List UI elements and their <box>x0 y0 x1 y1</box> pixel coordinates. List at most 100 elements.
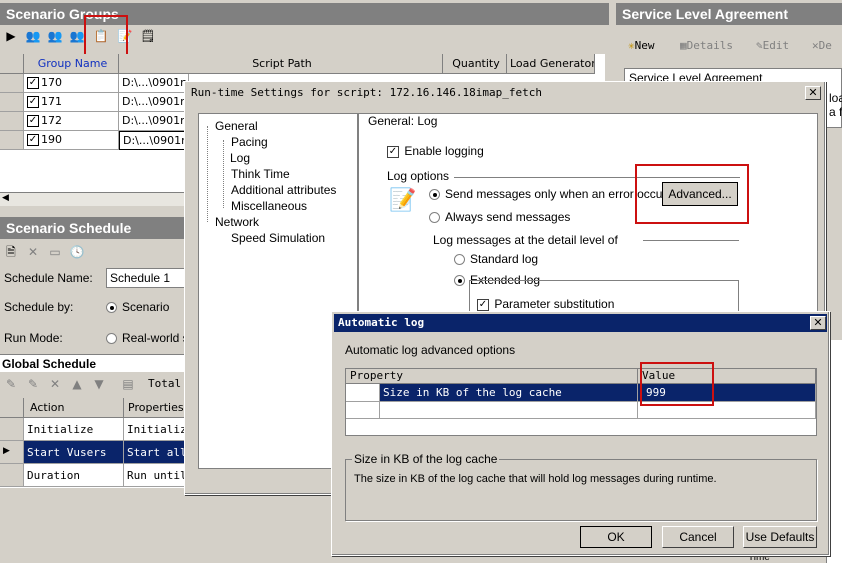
property-row-gutter <box>346 384 380 402</box>
radio-icon <box>454 275 465 287</box>
tree-item-network[interactable]: Network <box>215 215 259 229</box>
row-checkbox[interactable]: ✓ <box>27 77 39 89</box>
use-defaults-button[interactable]: Use Defaults <box>743 526 817 548</box>
tree-item-speed-simulation[interactable]: Speed Simulation <box>231 231 325 245</box>
standard-log-label: Standard log <box>470 252 539 266</box>
col-script-path[interactable]: Script Path <box>119 54 443 74</box>
schedule-by-scenario-radio[interactable]: Scenario <box>106 300 169 314</box>
automatic-log-close-button[interactable]: ✕ <box>810 316 826 330</box>
move-up-icon[interactable]: ▲ <box>69 376 85 392</box>
schedule-by-label: Schedule by: <box>4 300 74 314</box>
table-row-171-name[interactable]: ✓ 171 <box>24 93 119 112</box>
description-text: The size in KB of the log cache that wil… <box>354 473 717 485</box>
delete-schedule-icon[interactable]: ✕ <box>25 244 41 260</box>
table-row-172-path[interactable]: D:\...\0901n <box>119 112 189 131</box>
cancel-button[interactable]: Cancel <box>662 526 734 548</box>
gs-row-header <box>0 398 24 418</box>
col-quantity[interactable]: Quantity <box>443 54 507 74</box>
row-checkbox[interactable]: ✓ <box>27 115 39 127</box>
sla-new-button[interactable]: ✳New <box>628 39 655 52</box>
runtime-settings-icon[interactable]: 🗒 <box>140 28 156 44</box>
col-load-generators[interactable]: Load Generators <box>507 54 595 74</box>
delete-action-icon[interactable]: ✕ <box>47 376 63 392</box>
ok-button[interactable]: OK <box>580 526 652 548</box>
tree-item-log[interactable]: Log <box>230 151 250 165</box>
log-notepad-icon: 📝 <box>389 188 417 213</box>
new-schedule-icon[interactable]: 🗎 <box>3 244 19 260</box>
tree-item-think-time[interactable]: Think Time <box>231 167 290 181</box>
col-property[interactable]: Property <box>346 369 638 384</box>
empty-row-gutter <box>346 402 380 419</box>
table-row-190-name[interactable]: ✓ 190 <box>24 131 119 150</box>
detail-level-divider <box>643 240 739 241</box>
table-row-action[interactable]: Start Vusers <box>24 441 124 464</box>
add-action-icon[interactable]: ✎ <box>25 376 41 392</box>
always-send-radio[interactable]: Always send messages <box>429 210 570 224</box>
table-row-172-name[interactable]: ✓ 172 <box>24 112 119 131</box>
group-name: 171 <box>41 95 62 108</box>
gs-col-properties[interactable]: Properties <box>124 398 190 418</box>
tree-item-general[interactable]: General <box>215 119 258 133</box>
advanced-highlight-box <box>635 164 749 224</box>
add-vusers-icon[interactable]: 👥 <box>47 28 63 44</box>
table-row-171-path[interactable]: D:\...\0901n <box>119 93 189 112</box>
property-grid: Property Value Size in KB of the log cac… <box>345 368 817 436</box>
clock-icon[interactable]: 🕓 <box>69 244 85 260</box>
sla-details-button[interactable]: ▦Details <box>680 39 733 52</box>
tree-line <box>207 126 208 222</box>
automatic-log-subtitle: Automatic log advanced options <box>345 343 516 357</box>
tree-item-miscellaneous[interactable]: Miscellaneous <box>231 199 307 213</box>
automatic-log-dialog: Automatic log ✕ Automatic log advanced o… <box>331 311 830 556</box>
radio-icon <box>106 302 117 314</box>
table-row-props[interactable]: Run until <box>124 464 190 487</box>
delete-icon: ✕ <box>812 39 819 52</box>
play-icon[interactable]: ▶ <box>3 28 19 44</box>
tree-item-additional-attributes[interactable]: Additional attributes <box>231 183 336 197</box>
col-group-name[interactable]: Group Name <box>24 54 119 74</box>
global-schedule-toolbar: ✎ ✎ ✕ ▲ ▼ ▤ Total <box>0 374 190 394</box>
gs-col-action[interactable]: Action <box>24 398 124 418</box>
vusers-icon[interactable]: 👥 <box>25 28 41 44</box>
parameter-substitution-label: Parameter substitution <box>494 297 615 311</box>
parameter-substitution-checkbox[interactable]: ✓ Parameter substitution <box>477 297 614 311</box>
gs-row-1-header <box>0 418 24 441</box>
property-row-name[interactable]: Size in KB of the log cache <box>380 384 638 402</box>
remove-vusers-icon[interactable]: 👥 <box>69 28 85 44</box>
global-schedule-table: Action Properties Initialize Initialize … <box>0 398 190 488</box>
tree-line <box>223 140 224 208</box>
run-mode-label: Run Mode: <box>4 331 63 345</box>
table-row-props[interactable]: Start all <box>124 441 190 464</box>
rename-schedule-icon[interactable]: ▭ <box>47 244 63 260</box>
copy-icon[interactable]: ▤ <box>120 376 136 392</box>
table-row-props[interactable]: Initialize <box>124 418 190 441</box>
edit-action-icon[interactable]: ✎ <box>3 376 19 392</box>
description-title: Size in KB of the log cache <box>352 452 500 466</box>
row-checkbox[interactable]: ✓ <box>27 96 39 108</box>
table-row-170-path[interactable]: D:\...\0901n <box>119 74 189 93</box>
radio-icon <box>429 189 440 201</box>
run-mode-radio[interactable]: Real-world s <box>106 331 189 345</box>
table-row-action[interactable]: Initialize <box>24 418 124 441</box>
edit-icon: ✎ <box>756 39 763 52</box>
sla-edit-button[interactable]: ✎Edit <box>756 39 789 52</box>
gs-row-3-header <box>0 464 24 487</box>
runtime-close-button[interactable]: ✕ <box>805 86 821 100</box>
row-checkbox[interactable]: ✓ <box>27 134 39 146</box>
scroll-left-icon[interactable]: ◀ <box>2 193 9 203</box>
group-name: 190 <box>41 133 62 146</box>
log-options-label: Log options <box>387 169 450 183</box>
table-row-190-path[interactable]: D:\...\0901n <box>119 131 189 150</box>
radio-icon <box>429 212 440 224</box>
sla-side-text-1: loa <box>829 91 842 105</box>
horizontal-scrollbar[interactable]: ◀ <box>0 192 190 206</box>
move-down-icon[interactable]: ▼ <box>91 376 107 392</box>
standard-log-radio[interactable]: Standard log <box>454 252 538 266</box>
sla-delete-button[interactable]: ✕De <box>812 39 832 52</box>
current-row-arrow-icon: ▶ <box>3 446 10 456</box>
schedule-name-input[interactable]: Schedule 1 <box>106 268 186 288</box>
enable-logging-checkbox[interactable]: ✓ Enable logging <box>387 144 484 158</box>
table-row-action[interactable]: Duration <box>24 464 124 487</box>
tree-item-pacing[interactable]: Pacing <box>231 135 268 149</box>
value-highlight-box <box>640 362 714 406</box>
table-row-170-name[interactable]: ✓ 170 <box>24 74 119 93</box>
